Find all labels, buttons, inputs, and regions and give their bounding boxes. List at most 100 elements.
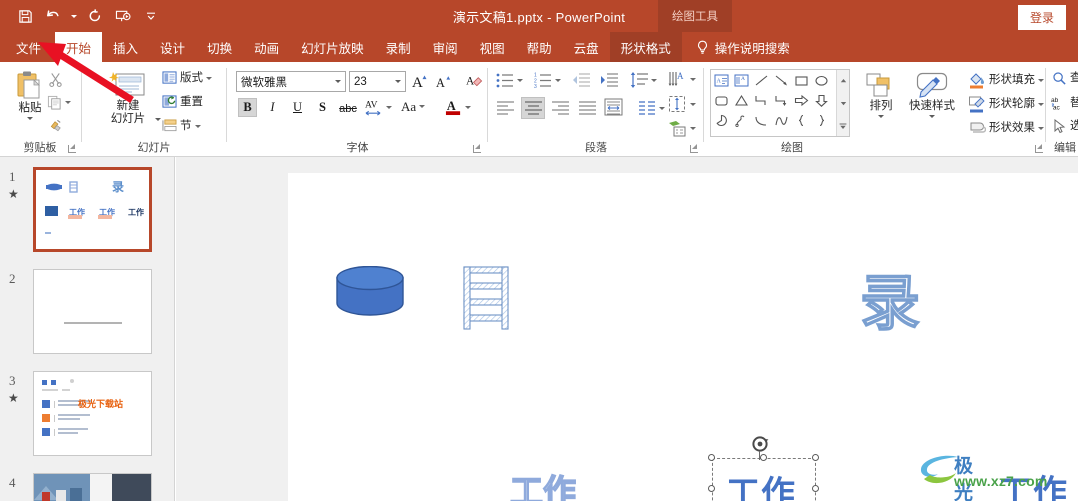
replace-button[interactable]: abac 替换	[1051, 95, 1078, 112]
align-left-button[interactable]	[496, 100, 515, 116]
font-dialog-launcher[interactable]	[472, 144, 482, 154]
font-name-combo[interactable]: 微软雅黑	[236, 71, 346, 92]
change-case-button[interactable]: Aa	[401, 100, 426, 113]
numbering-dropdown-icon[interactable]	[555, 79, 561, 82]
line-spacing-dropdown-icon[interactable]	[651, 79, 657, 82]
selection-bounding-box[interactable]	[712, 458, 816, 501]
selection-handle-ml[interactable]	[708, 485, 715, 492]
format-painter-button[interactable]	[48, 118, 64, 133]
undo-icon[interactable]	[40, 4, 66, 28]
shape-fill-button[interactable]: 形状填充	[968, 71, 1044, 89]
arrow-icon[interactable]	[771, 70, 791, 90]
tab-view[interactable]: 视图	[469, 32, 516, 62]
thumbnail-item-4[interactable]: 4	[0, 471, 174, 501]
reset-button[interactable]: 重置	[162, 95, 203, 109]
curve-icon[interactable]	[771, 110, 791, 130]
cylinder-shape[interactable]	[335, 265, 405, 323]
tab-shape-format[interactable]: 形状格式	[609, 32, 682, 62]
quick-styles-button[interactable]: 快速样式	[904, 72, 960, 118]
ribbon-tabs[interactable]: 文件 开始 插入 设计 切换 动画 幻灯片放映 录制 审阅 视图 帮助 云盘 形…	[0, 32, 800, 62]
down-arrow-icon[interactable]	[811, 90, 831, 110]
find-button[interactable]: 查找	[1052, 71, 1078, 86]
quick-styles-dropdown-icon[interactable]	[929, 114, 935, 118]
triangle-icon[interactable]	[731, 90, 751, 110]
new-slide-button[interactable]: 新建 幻灯片	[98, 70, 158, 125]
distribute-button[interactable]	[604, 98, 623, 116]
vertical-textbox-icon[interactable]: A	[731, 70, 751, 90]
quick-access-toolbar[interactable]	[0, 4, 164, 28]
font-size-dropdown-icon[interactable]	[391, 80, 405, 83]
save-icon[interactable]	[12, 4, 38, 28]
thumbnail-item-1[interactable]: 1 ★ 录 工作 工作 工作	[0, 165, 174, 259]
text-direction-dropdown-icon[interactable]	[690, 77, 696, 81]
slide-thumbnail-1[interactable]: 录 工作 工作 工作	[33, 167, 152, 252]
textbox-icon[interactable]: A	[711, 70, 731, 90]
increase-font-size-button[interactable]: A	[412, 72, 430, 90]
font-size-combo[interactable]: 23	[349, 71, 406, 92]
align-text-dropdown-icon[interactable]	[690, 102, 696, 106]
tab-file[interactable]: 文件	[0, 32, 55, 62]
tab-animations[interactable]: 动画	[243, 32, 290, 62]
arrange-button[interactable]: 排列	[858, 72, 904, 118]
sign-in-button[interactable]: 登录	[1017, 5, 1066, 30]
shelf-shape[interactable]	[461, 265, 511, 335]
paste-dropdown-icon[interactable]	[27, 116, 33, 120]
shape-outline-button[interactable]: 形状轮廓	[968, 95, 1044, 113]
convert-smartart-button[interactable]	[668, 120, 696, 137]
justify-button[interactable]	[578, 100, 597, 116]
customize-qat-icon[interactable]	[138, 4, 164, 28]
slide-thumbnail-4[interactable]	[33, 473, 152, 501]
decrease-indent-button[interactable]	[572, 72, 591, 89]
paragraph-dialog-launcher[interactable]	[689, 144, 699, 154]
tab-help[interactable]: 帮助	[516, 32, 563, 62]
tab-slideshow[interactable]: 幻灯片放映	[290, 32, 375, 62]
shape-effects-dropdown-icon[interactable]	[1038, 126, 1044, 130]
lu-character-shape[interactable]: 录	[859, 255, 921, 342]
bold-button[interactable]: B	[238, 98, 257, 117]
tab-review[interactable]: 审阅	[422, 32, 469, 62]
select-button[interactable]: 选择	[1053, 119, 1078, 134]
layout-dropdown-icon[interactable]	[206, 76, 212, 80]
gallery-scroll-down-icon[interactable]	[837, 93, 849, 113]
new-slide-dropdown-icon[interactable]	[155, 118, 161, 121]
text-gongzuo-3[interactable]: 工作	[998, 465, 1068, 501]
line-icon[interactable]	[751, 70, 771, 90]
shape-fill-dropdown-icon[interactable]	[1038, 78, 1044, 82]
elbow-connector-icon[interactable]	[751, 90, 771, 110]
copy-dropdown-icon[interactable]	[65, 101, 71, 104]
slide-thumbnail-3[interactable]: 极光下载站	[33, 371, 152, 456]
right-brace-icon[interactable]	[811, 110, 831, 130]
align-text-button[interactable]	[668, 95, 696, 113]
bullets-dropdown-icon[interactable]	[517, 79, 523, 82]
align-center-button[interactable]	[521, 97, 545, 119]
tell-me-search[interactable]: 操作说明搜索	[682, 32, 800, 62]
oval-icon[interactable]	[811, 70, 831, 90]
elbow-arrow-icon[interactable]	[771, 90, 791, 110]
clear-formatting-button[interactable]: A	[466, 72, 483, 89]
section-button[interactable]: 节	[162, 119, 201, 133]
layout-button[interactable]: 版式	[162, 71, 212, 85]
underline-button[interactable]: U	[288, 98, 307, 117]
columns-dropdown-icon[interactable]	[659, 106, 665, 110]
shapes-gallery-scrollbar[interactable]	[836, 70, 849, 136]
tab-transitions[interactable]: 切换	[196, 32, 243, 62]
decrease-font-size-button[interactable]: A	[436, 73, 453, 90]
shapes-gallery[interactable]: A A	[710, 69, 850, 137]
text-shadow-button[interactable]: S	[313, 98, 332, 117]
undo-dropdown-icon[interactable]	[68, 4, 80, 28]
rotate-handle[interactable]	[750, 434, 770, 454]
left-brace-icon[interactable]	[791, 110, 811, 130]
present-icon[interactable]	[110, 4, 136, 28]
selection-handle-tl[interactable]	[708, 454, 715, 461]
copy-button[interactable]	[47, 95, 71, 110]
rounded-rect-icon[interactable]	[711, 90, 731, 110]
text-outline-gongzuo[interactable]: 工作	[509, 465, 576, 501]
arrange-dropdown-icon[interactable]	[878, 114, 884, 118]
selection-handle-tc[interactable]	[760, 454, 767, 461]
font-name-dropdown-icon[interactable]	[331, 80, 345, 83]
tab-record[interactable]: 录制	[375, 32, 422, 62]
slide-thumbnail-panel[interactable]: 1 ★ 录 工作 工作 工作 2 3 ★ 极光下载站 4	[0, 157, 175, 501]
thumbnail-item-3[interactable]: 3 ★ 极光下载站	[0, 369, 174, 463]
shape-outline-dropdown-icon[interactable]	[1038, 102, 1044, 106]
columns-button[interactable]	[638, 100, 665, 116]
